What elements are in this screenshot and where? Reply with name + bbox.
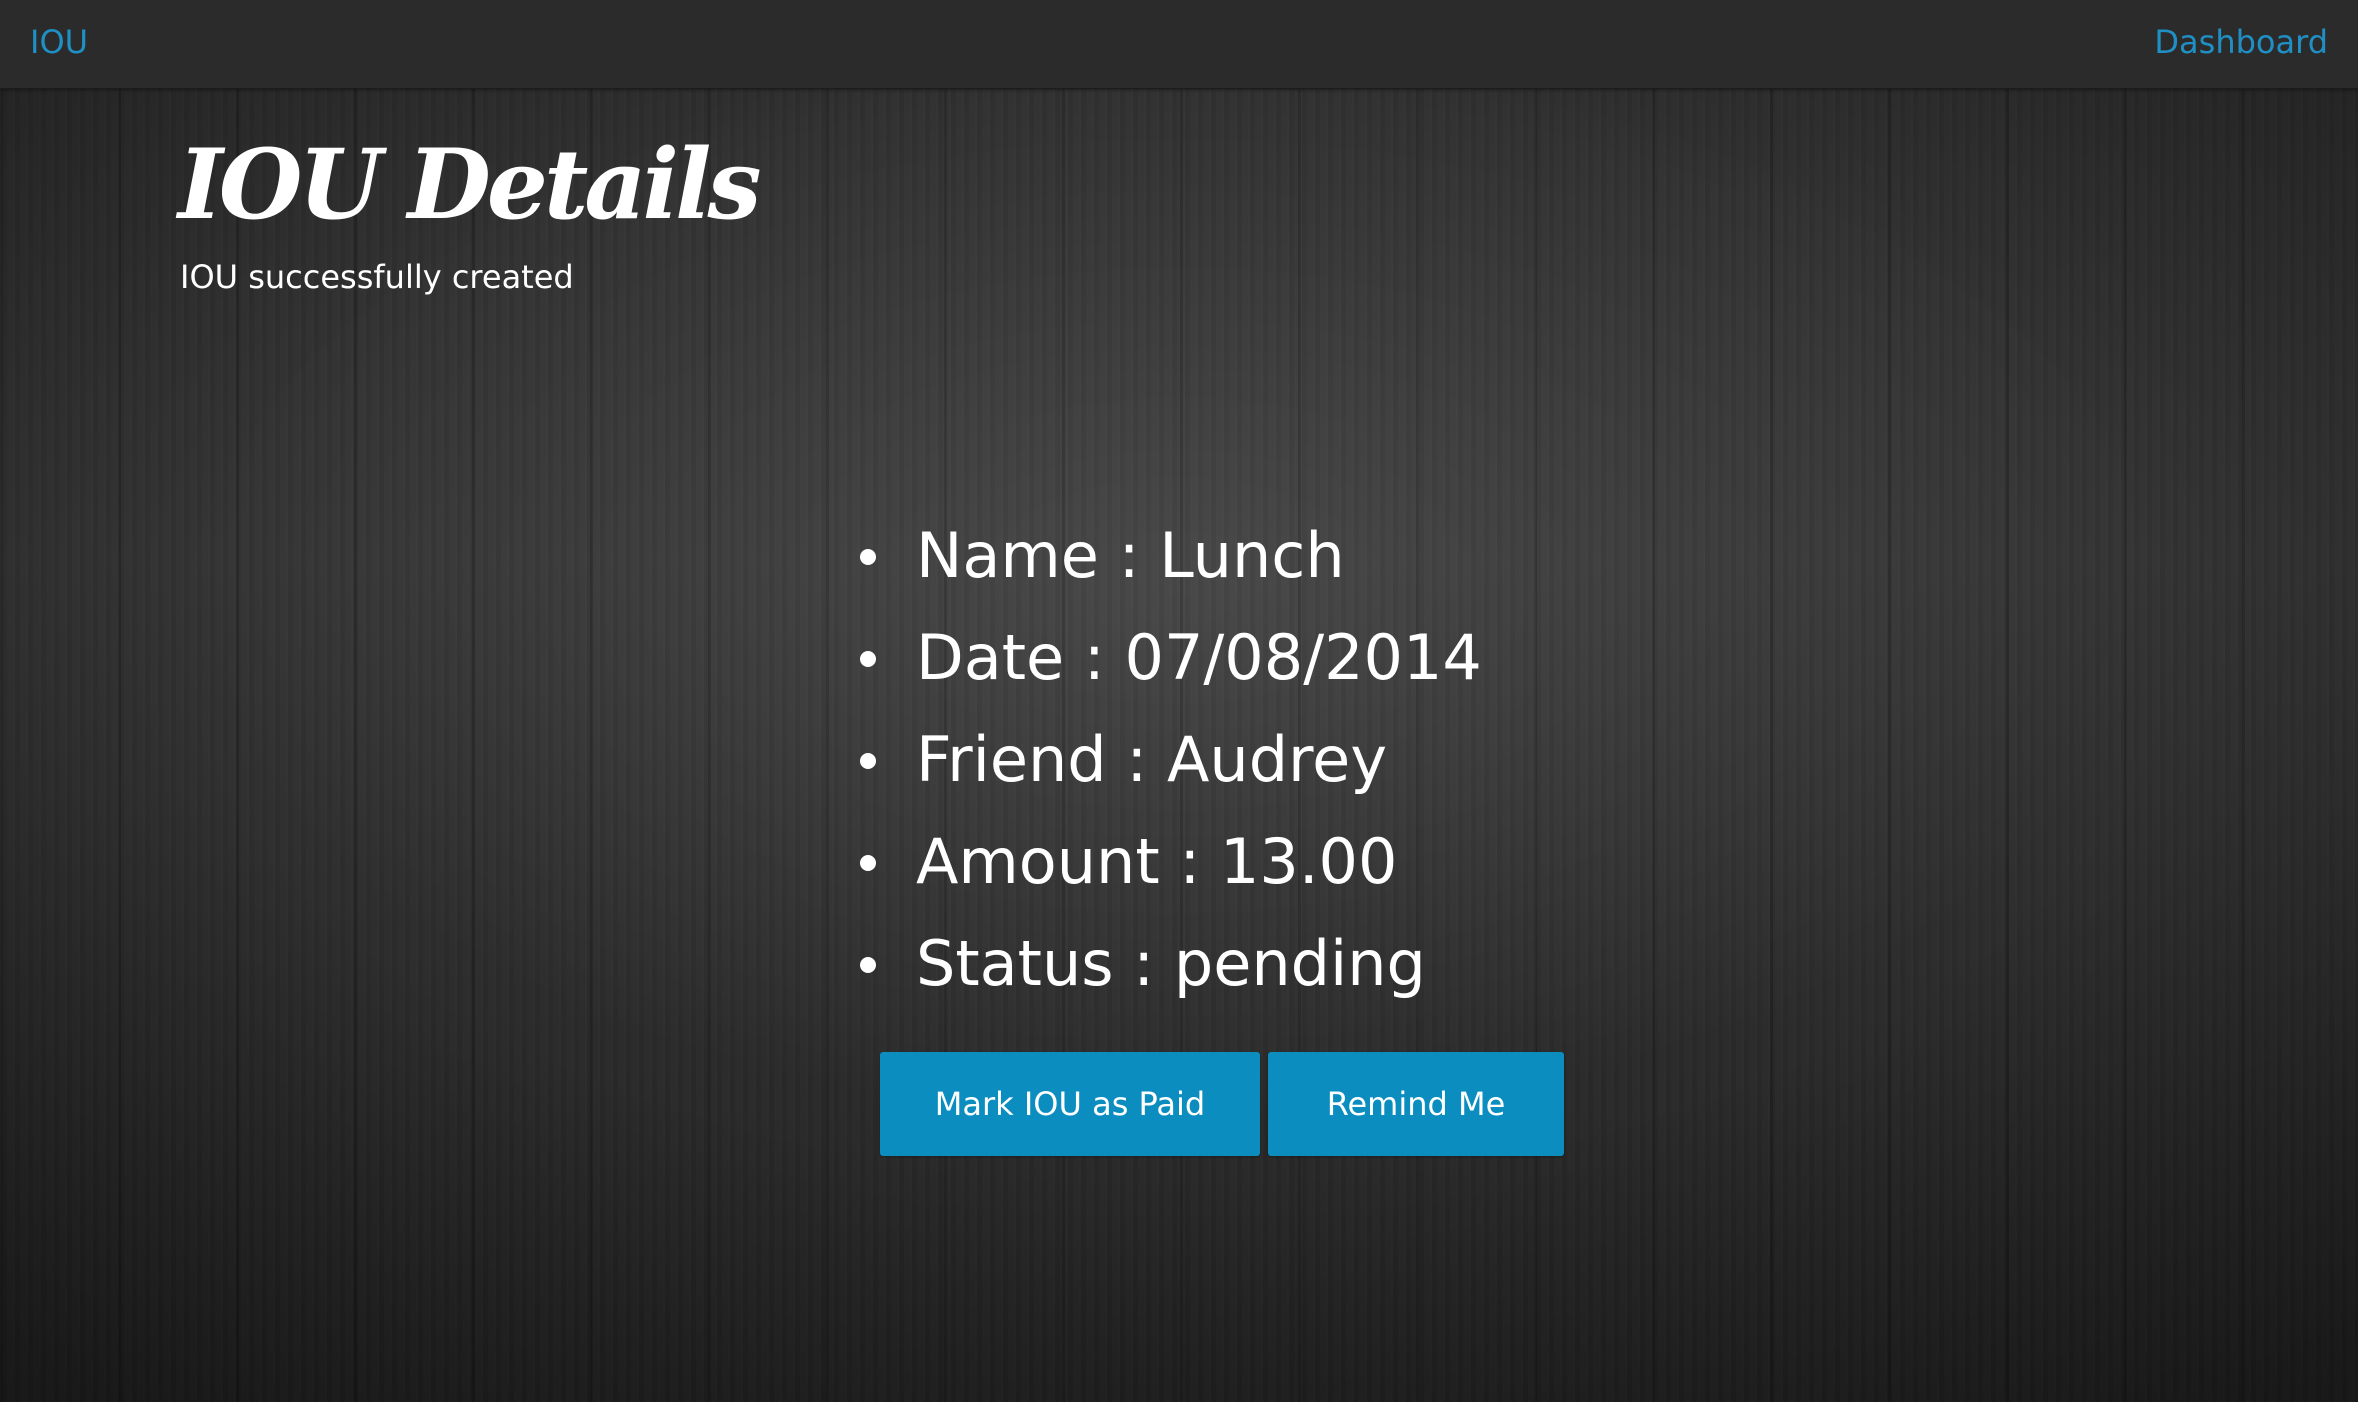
page-title: IOU Details: [178, 128, 762, 241]
detail-value: 13.00: [1219, 825, 1398, 898]
detail-value: 07/08/2014: [1124, 621, 1482, 694]
detail-label: Amount: [916, 825, 1160, 898]
detail-label: Date: [916, 621, 1065, 694]
dashboard-link[interactable]: Dashboard: [2154, 22, 2328, 62]
detail-label: Name: [916, 519, 1099, 592]
detail-value: Lunch: [1159, 519, 1345, 592]
detail-item-status: Status : pending: [858, 913, 1482, 1015]
bullet-icon: [860, 549, 876, 565]
mark-paid-button[interactable]: Mark IOU as Paid: [880, 1052, 1260, 1156]
bullet-icon: [860, 753, 876, 769]
brand-link[interactable]: IOU: [30, 22, 88, 62]
detail-item-date: Date : 07/08/2014: [858, 607, 1482, 709]
bullet-icon: [860, 651, 876, 667]
top-navbar: IOU Dashboard: [0, 0, 2358, 89]
detail-label: Status: [916, 927, 1114, 1000]
detail-label: Friend: [916, 723, 1107, 796]
remind-me-button[interactable]: Remind Me: [1268, 1052, 1564, 1156]
detail-value: pending: [1173, 927, 1426, 1000]
detail-item-friend: Friend : Audrey: [858, 709, 1482, 811]
detail-item-amount: Amount : 13.00: [858, 811, 1482, 913]
flash-message: IOU successfully created: [180, 258, 574, 296]
detail-item-name: Name : Lunch: [858, 505, 1482, 607]
iou-details-list: Name : Lunch Date : 07/08/2014 Friend : …: [858, 505, 1482, 1015]
bullet-icon: [860, 855, 876, 871]
bullet-icon: [860, 957, 876, 973]
detail-value: Audrey: [1166, 723, 1388, 796]
